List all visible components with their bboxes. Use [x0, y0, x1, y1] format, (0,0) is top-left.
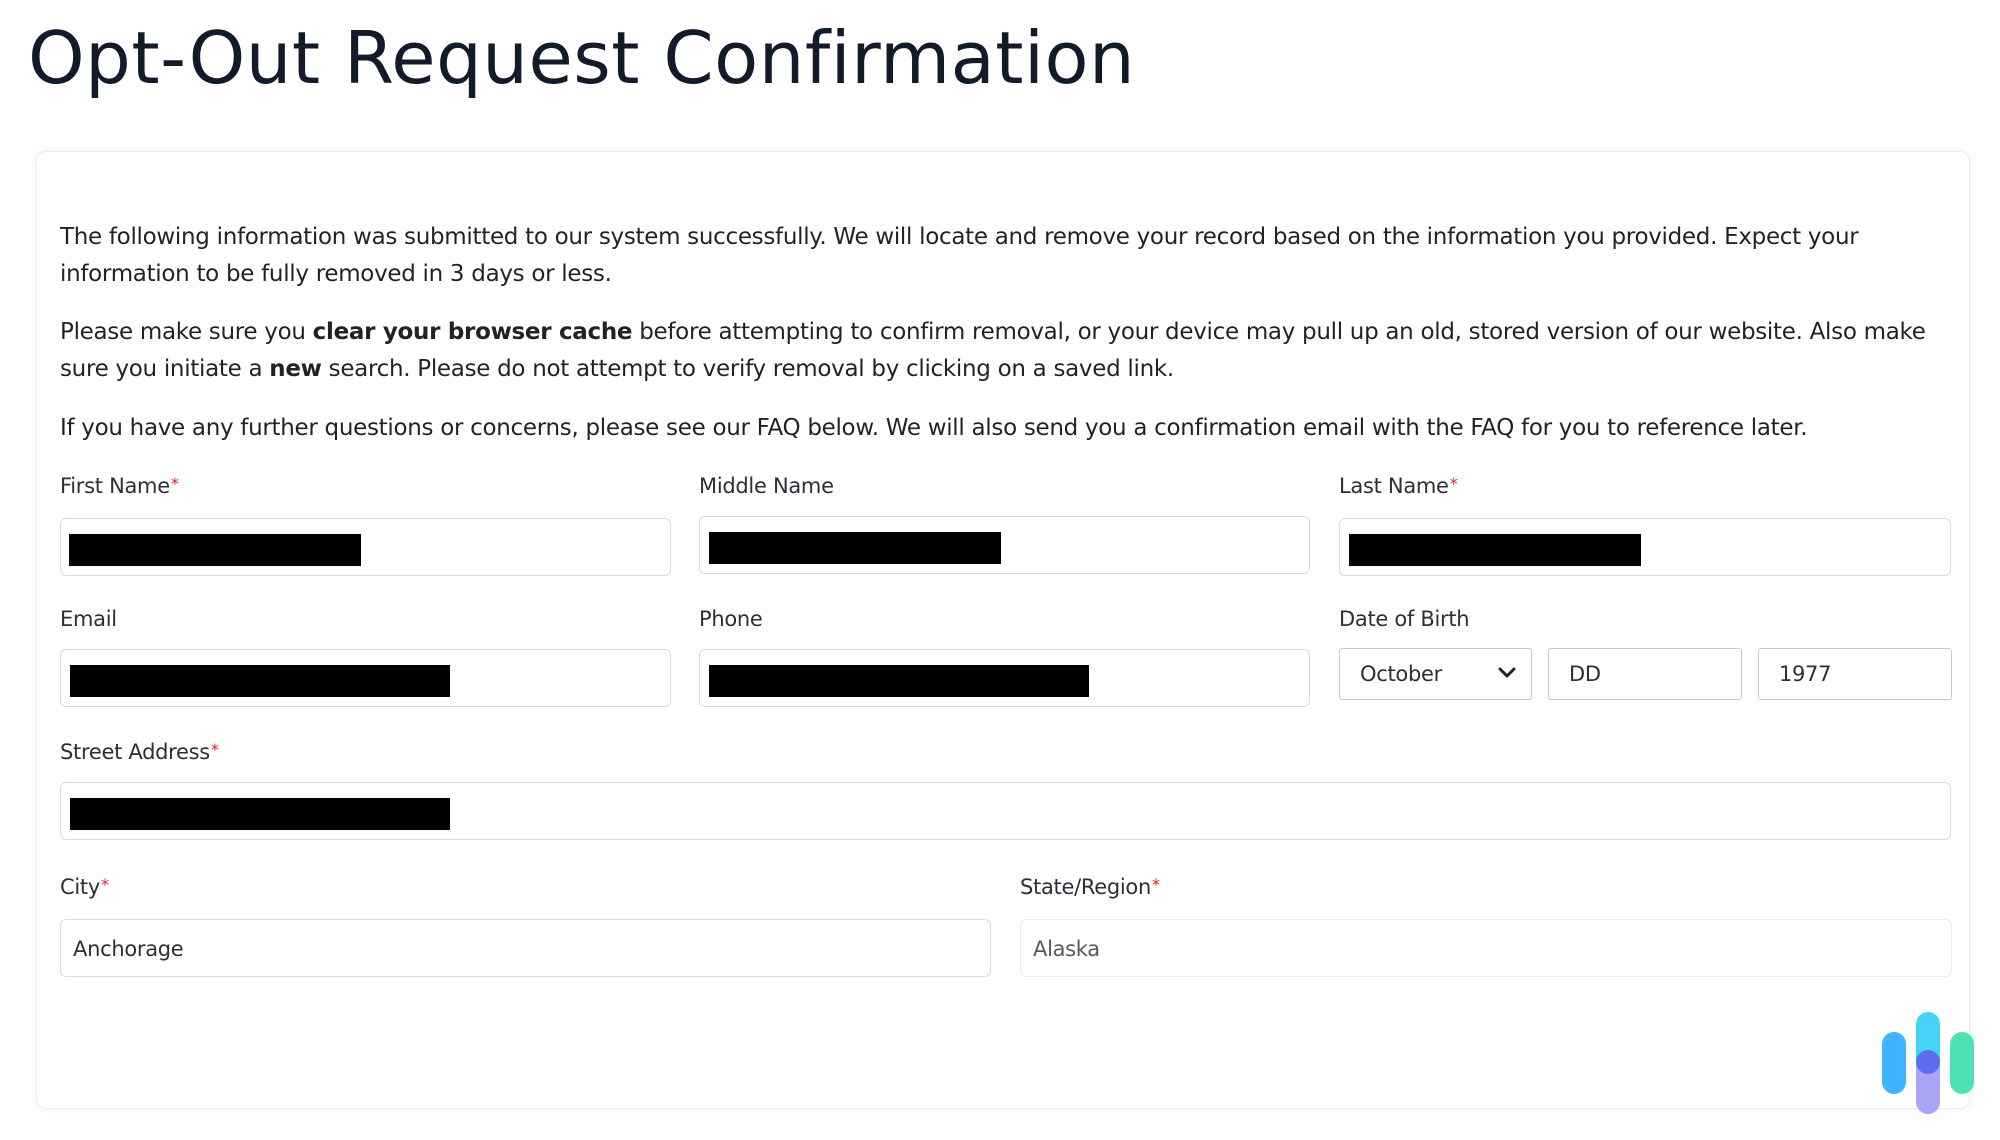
intro-paragraph-faq: If you have any further questions or con…	[60, 415, 1808, 441]
birth-day-input[interactable]: DD	[1548, 648, 1742, 700]
birth-month-select[interactable]: October	[1339, 648, 1532, 700]
street-address-label: Street Address*	[60, 740, 219, 764]
redacted-street-address	[70, 798, 450, 830]
street-address-field[interactable]	[60, 782, 1951, 840]
phone-label: Phone	[699, 607, 763, 631]
birth-month-value: October	[1360, 662, 1442, 686]
first-name-field[interactable]	[60, 518, 671, 576]
logo-right-bar	[1950, 1032, 1974, 1094]
cache-text-1: Please make sure you	[60, 319, 313, 345]
required-marker: *	[100, 875, 109, 894]
birth-year-value: 1977	[1779, 662, 1832, 686]
required-marker: *	[210, 740, 219, 759]
birth-day-placeholder: DD	[1569, 662, 1601, 686]
intro-paragraph-cache: Please make sure you clear your browser …	[60, 314, 1940, 388]
last-name-label-text: Last Name	[1339, 474, 1449, 498]
email-label: Email	[60, 607, 117, 631]
required-marker: *	[1151, 875, 1160, 894]
state-region-label: State/Region*	[1020, 875, 1160, 899]
first-name-label-text: First Name	[60, 474, 170, 498]
redacted-email	[70, 665, 450, 697]
brand-logo-icon	[1880, 1010, 1980, 1120]
state-region-value: Alaska	[1033, 937, 1100, 961]
page-title: Opt-Out Request Confirmation	[28, 16, 1136, 100]
middle-name-field[interactable]	[699, 516, 1310, 574]
state-region-label-text: State/Region	[1020, 875, 1151, 899]
logo-left-bar	[1882, 1032, 1906, 1094]
intro-paragraph-submitted: The following information was submitted …	[60, 224, 1859, 287]
street-address-label-text: Street Address	[60, 740, 210, 764]
cache-emphasis: clear your browser cache	[312, 319, 633, 345]
last-name-field[interactable]	[1339, 518, 1951, 576]
required-marker: *	[1449, 474, 1458, 493]
redacted-middle-name	[709, 532, 1001, 564]
first-name-label: First Name*	[60, 474, 179, 498]
new-emphasis: new	[269, 356, 322, 382]
city-value: Anchorage	[73, 937, 184, 961]
chevron-down-icon	[1498, 667, 1516, 678]
city-label: City*	[60, 875, 109, 899]
city-label-text: City	[60, 875, 100, 899]
middle-name-label: Middle Name	[699, 474, 834, 498]
required-marker: *	[170, 474, 179, 493]
city-field[interactable]: Anchorage	[60, 919, 991, 977]
state-region-field[interactable]: Alaska	[1020, 919, 1952, 977]
last-name-label: Last Name*	[1339, 474, 1458, 498]
logo-center-dot	[1916, 1050, 1940, 1074]
date-of-birth-label: Date of Birth	[1339, 607, 1470, 631]
redacted-last-name	[1349, 534, 1641, 566]
redacted-phone	[709, 665, 1089, 697]
birth-year-input[interactable]: 1977	[1758, 648, 1952, 700]
phone-field[interactable]	[699, 649, 1310, 707]
email-field[interactable]	[60, 649, 671, 707]
cache-text-3: search. Please do not attempt to verify …	[321, 356, 1175, 382]
redacted-first-name	[69, 534, 361, 566]
